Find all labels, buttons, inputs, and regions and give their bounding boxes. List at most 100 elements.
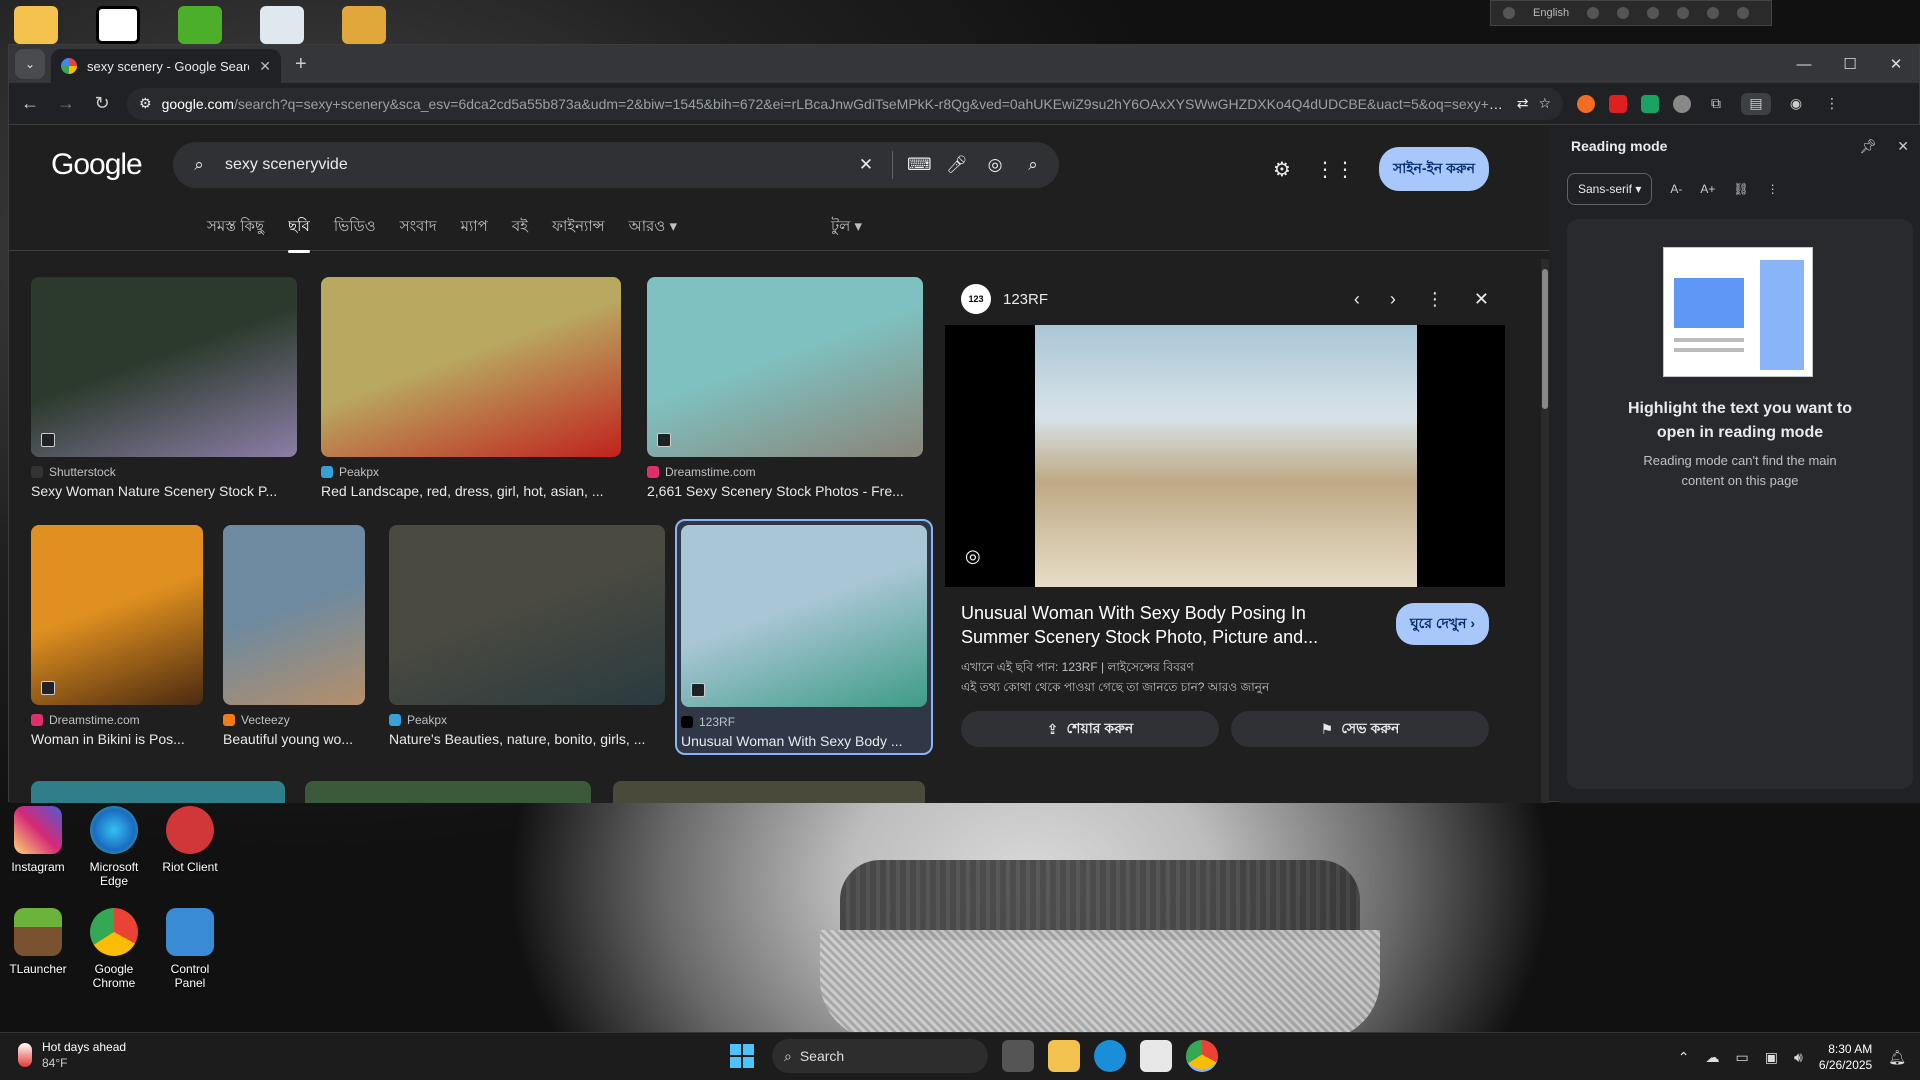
result-title[interactable]: Sexy Woman Nature Scenery Stock P... [31,483,297,499]
bookmark-star-icon[interactable]: ☆ [1538,95,1551,112]
new-tab-button[interactable]: + [295,53,307,76]
store-icon[interactable] [1140,1040,1172,1072]
result-thumbnail[interactable] [613,781,925,803]
close-tab-icon[interactable]: ✕ [259,58,271,75]
preview-image[interactable]: ◎ [945,325,1505,587]
save-button[interactable]: ⚑ সেভ করুন [1231,711,1489,747]
network-icon[interactable]: ▣ [1765,1049,1778,1066]
image-result[interactable] [613,781,925,803]
image-result[interactable] [31,781,285,803]
font-size-decrease-button[interactable]: A- [1670,182,1682,196]
language-bar[interactable]: English [1490,0,1772,26]
tab-finance[interactable]: ফাইন্যান্স [552,215,605,240]
language-label[interactable]: English [1533,7,1569,19]
translate-icon[interactable]: ⇄ [1517,95,1529,112]
start-button[interactable] [726,1040,758,1072]
ime-icon[interactable] [1503,7,1515,19]
desktop-icon-tlauncher[interactable]: TLauncher [2,908,74,976]
scrollbar-thumb[interactable] [1542,269,1548,409]
desktop-icon-riot[interactable]: Riot Client [154,806,226,874]
visit-button[interactable]: ঘুরে দেখুন › [1395,603,1489,645]
tab-videos[interactable]: ভিডিও [334,215,376,240]
clock[interactable]: 8:30 AM 6/26/2025 [1819,1041,1872,1073]
chevron-left-icon[interactable]: ‹ [1354,289,1360,310]
font-size-increase-button[interactable]: A+ [1700,182,1715,196]
image-result-selected[interactable]: 123RF Unusual Woman With Sexy Body ... [675,519,933,755]
file-explorer-icon[interactable] [1048,1040,1080,1072]
link-icon[interactable]: ⛓ [1733,182,1748,196]
apps-grid-icon[interactable]: ⋮⋮ [1315,157,1355,182]
pin-icon[interactable]: 📌︎ [1859,138,1877,155]
search-input[interactable]: sexy sceneryvide [225,156,840,174]
address-bar[interactable]: ⚙ google.com/search?q=sexy+scenery&sca_e… [127,87,1563,120]
chevron-right-icon[interactable]: › [1390,289,1396,310]
result-thumbnail[interactable] [389,525,665,705]
result-title[interactable]: Woman in Bikini is Pos... [31,731,203,747]
url-text[interactable]: google.com/search?q=sexy+scenery&sca_esv… [162,96,1507,112]
image-result[interactable]: Shutterstock Sexy Woman Nature Scenery S… [31,277,297,499]
extensions-puzzle-icon[interactable]: ⧉ [1705,93,1727,115]
tools-button[interactable]: টুল ▾ [831,215,862,240]
keyboard-icon[interactable]: ⌨ [907,155,932,175]
settings-icon[interactable] [1647,7,1660,19]
notification-bell-icon[interactable]: 🔔︎ [1888,1049,1906,1066]
share-button[interactable]: ⇪ শেয়ার করুন [961,711,1219,747]
folder-icon[interactable] [14,6,58,44]
google-logo[interactable]: Google [51,148,161,182]
desktop-icon-chrome[interactable]: Google Chrome [78,908,150,990]
pen-icon[interactable] [1677,7,1690,19]
result-thumbnail[interactable] [321,277,621,457]
chrome-taskbar-icon[interactable] [1186,1040,1218,1072]
close-window-button[interactable]: ✕ [1873,45,1919,83]
tab-all[interactable]: সমস্ত কিছু [207,215,264,240]
more-options-icon[interactable]: ⋮ [1767,182,1779,196]
tab-news[interactable]: সংবাদ [400,215,437,240]
desktop-icon-control-panel[interactable]: Control Panel [154,908,226,990]
license-line[interactable]: এখানে এই ছবি পান: 123RF | লাইসেন্সের বিব… [961,657,1489,677]
help-icon[interactable] [1707,7,1720,19]
close-icon[interactable]: ✕ [1897,138,1909,155]
image-result[interactable]: Dreamstime.com Woman in Bikini is Pos... [31,525,203,747]
result-title[interactable]: Unusual Woman With Sexy Body ... [681,733,927,749]
profile-icon[interactable]: ◉ [1785,93,1807,115]
capcut-icon[interactable] [96,6,140,44]
search-box[interactable]: ⌕ sexy sceneryvide ✕ ⌨ 🎤︎ ◎ ⌕ [173,142,1059,188]
forward-button[interactable]: → [55,93,77,114]
result-thumbnail[interactable] [305,781,591,803]
preview-title[interactable]: Unusual Woman With Sexy Body Posing In S… [961,601,1341,649]
active-tab[interactable]: sexy scenery - Google Search ✕ [51,49,281,83]
tab-search-button[interactable]: ⌄ [15,49,45,79]
result-thumbnail[interactable] [31,525,203,705]
menu-kebab-icon[interactable]: ⋮ [1821,93,1843,115]
tab-maps[interactable]: ম্যাপ [461,215,488,240]
maximize-button[interactable]: ☐ [1827,45,1873,83]
tools-icon[interactable] [1617,7,1630,19]
winrar-icon[interactable] [342,6,386,44]
reload-button[interactable]: ↻ [91,93,113,114]
extension-counter-icon[interactable] [1641,94,1659,113]
weather-widget[interactable]: Hot days ahead 84°F [18,1039,126,1071]
green-app-icon[interactable] [178,6,222,44]
onedrive-icon[interactable]: ☁ [1706,1049,1720,1066]
keyboard-icon[interactable] [1587,7,1600,19]
image-result[interactable]: Peakpx Red Landscape, red, dress, girl, … [321,277,621,499]
search-submit-icon[interactable]: ⌕ [1021,155,1045,175]
page-scrollbar[interactable] [1541,259,1549,803]
display-icon[interactable]: ▭ [1736,1049,1749,1066]
tab-images[interactable]: ছবি [288,215,310,253]
result-title[interactable]: 2,661 Sexy Scenery Stock Photos - Fre... [647,483,923,499]
clear-icon[interactable]: ✕ [854,155,878,175]
extension-orange-icon[interactable] [1577,94,1595,113]
extension-youtube-icon[interactable] [1609,94,1627,113]
back-button[interactable]: ← [19,93,41,114]
microphone-icon[interactable]: 🎤︎ [945,155,969,175]
lens-camera-icon[interactable]: ◎ [983,155,1007,175]
result-thumbnail[interactable] [223,525,365,705]
result-title[interactable]: Nature's Beauties, nature, bonito, girls… [389,731,665,747]
reading-mode-icon[interactable]: ▤ [1741,92,1771,115]
edge-taskbar-icon[interactable] [1094,1040,1126,1072]
lens-icon[interactable]: ◎ [965,546,981,567]
desktop-icon-instagram[interactable]: Instagram [2,806,74,874]
result-title[interactable]: Beautiful young wo... [223,731,365,747]
font-select[interactable]: Sans-serif ▾ [1567,173,1653,205]
